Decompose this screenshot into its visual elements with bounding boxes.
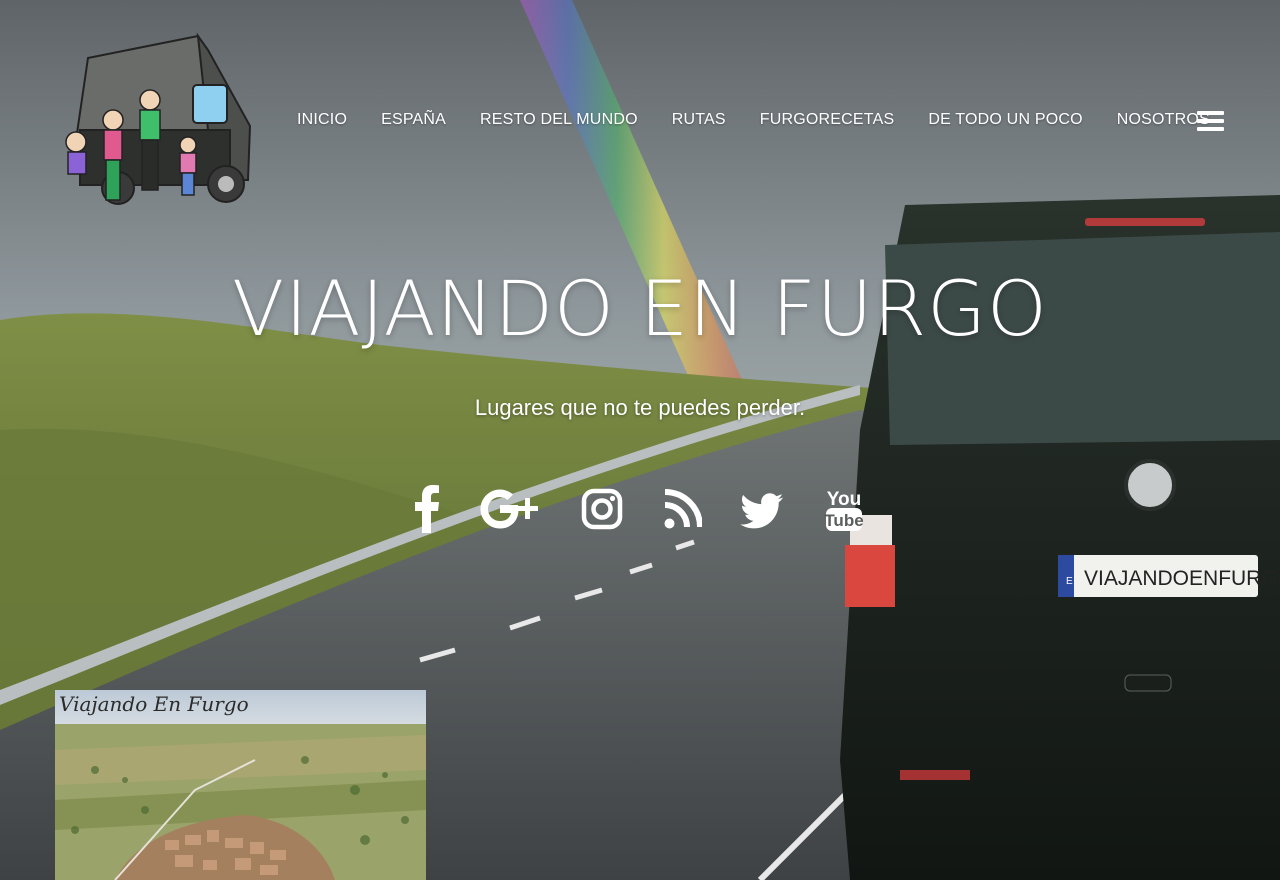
nav-item-furgorecetas[interactable]: FURGORECETAS [743, 111, 912, 129]
main-nav: INICIO ESPAÑA RESTO DEL MUNDO RUTAS FURG… [280, 111, 1227, 129]
hamburger-menu-icon[interactable] [1197, 111, 1227, 137]
plate-country-text: E [1066, 576, 1073, 587]
social-links: You Tube [0, 485, 1280, 533]
nav-item-espana[interactable]: ESPAÑA [364, 111, 463, 129]
aerial-village-image [55, 690, 426, 880]
hero-section: E VIAJANDOENFURGO INICIO ESPAÑA RESTO DE… [0, 0, 1280, 880]
site-logo[interactable] [58, 30, 254, 214]
svg-text:Tube: Tube [824, 511, 863, 530]
license-plate-text: VIAJANDOENFURGO [1084, 567, 1280, 590]
nav-item-de-todo-un-poco[interactable]: DE TODO UN POCO [911, 111, 1099, 129]
site-tagline: Lugares que no te puedes perder. [474, 395, 806, 420]
nav-item-inicio[interactable]: INICIO [280, 111, 364, 129]
nav-item-resto-del-mundo[interactable]: RESTO DEL MUNDO [463, 111, 655, 129]
site-title: VIAJANDO EN FURGO [232, 264, 1048, 353]
thumbnail-caption: Viajando En Furgo [59, 692, 249, 716]
facebook-icon[interactable] [414, 485, 440, 533]
nav-item-rutas[interactable]: RUTAS [655, 111, 743, 129]
featured-post-thumbnail[interactable]: Viajando En Furgo [55, 690, 426, 880]
van-family-logo-icon [65, 32, 252, 205]
instagram-icon[interactable] [580, 485, 624, 533]
twitter-icon[interactable] [740, 485, 784, 533]
rss-icon[interactable] [662, 485, 702, 533]
youtube-icon[interactable]: You Tube [822, 485, 866, 533]
svg-text:You: You [827, 489, 861, 510]
google-plus-icon[interactable] [478, 485, 542, 533]
